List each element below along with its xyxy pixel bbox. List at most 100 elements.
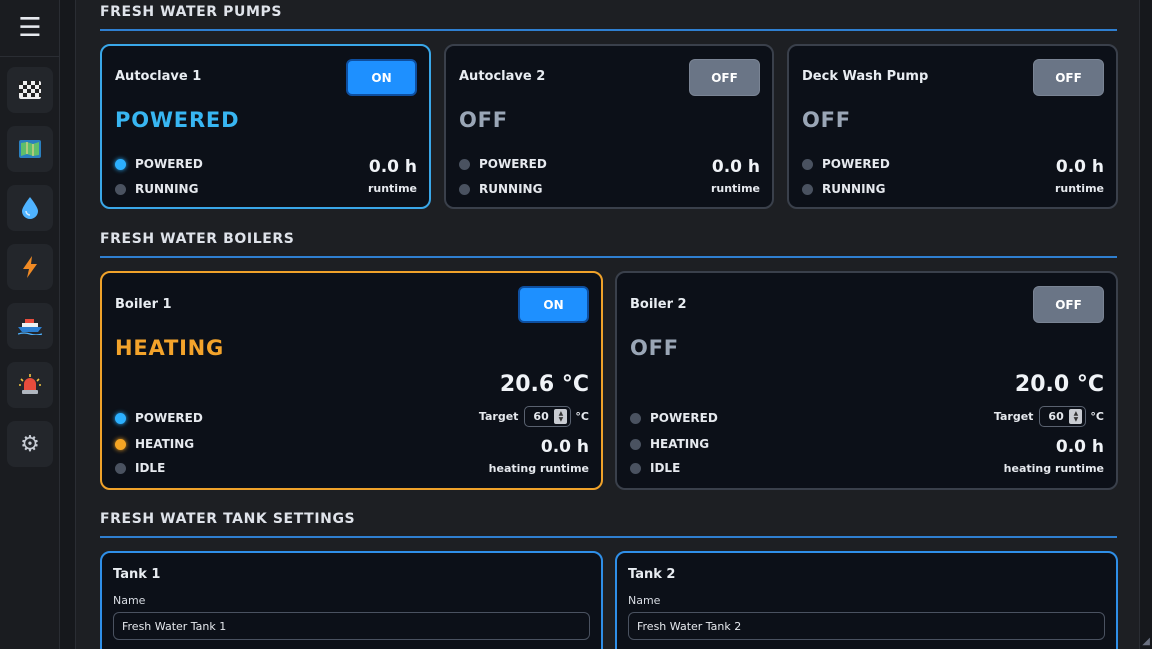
checkered-flag-icon <box>19 81 41 99</box>
boiler-state: HEATING <box>115 336 225 360</box>
indicator-label: RUNNING <box>822 182 886 196</box>
section-title-pumps: FRESH WATER PUMPS <box>100 4 1117 31</box>
status-dot-icon <box>802 158 813 170</box>
pump-toggle-button[interactable]: ON <box>346 59 417 96</box>
indicator-label: POWERED <box>135 157 203 171</box>
main-content: FRESH WATER PUMPS Autoclave 1 ON POWERED… <box>75 0 1140 649</box>
pump-state: OFF <box>459 108 508 132</box>
runtime-label: runtime <box>367 182 417 195</box>
sidebar-item-alarms[interactable] <box>7 362 53 408</box>
water-drop-icon <box>22 197 38 219</box>
pump-name: Deck Wash Pump <box>802 69 929 84</box>
indicator-label: POWERED <box>650 411 718 425</box>
indicator-label: HEATING <box>650 437 710 451</box>
runtime-value: 0.0 h <box>1055 157 1104 177</box>
powered-indicator: POWERED <box>802 157 890 171</box>
pump-name: Autoclave 2 <box>459 69 546 84</box>
pump-toggle-button[interactable]: OFF <box>689 59 760 96</box>
target-unit: °C <box>575 410 589 423</box>
pump-name: Autoclave 1 <box>115 69 202 84</box>
pump-state: POWERED <box>115 108 240 132</box>
pump-toggle-button[interactable]: OFF <box>1033 59 1104 96</box>
boiler-card-1: Boiler 1 ON HEATING 20.6 °C Target 60 ▲ ▼… <box>100 271 603 490</box>
runtime-value: 0.0 h <box>711 157 760 177</box>
sidebar-item-settings[interactable]: ⚙ <box>7 421 53 467</box>
map-icon <box>19 140 41 158</box>
tank-title: Tank 1 <box>113 567 161 582</box>
ship-icon <box>18 319 42 335</box>
powered-indicator: POWERED <box>630 411 718 425</box>
pump-card-autoclave-2: Autoclave 2 OFF OFF POWERED RUNNING 0.0 … <box>444 44 774 209</box>
spinner-icon[interactable]: ▲ ▼ <box>1069 409 1083 424</box>
pump-card-autoclave-1: Autoclave 1 ON POWERED POWERED RUNNING 0… <box>100 44 431 209</box>
sidebar-item-map[interactable] <box>7 126 53 172</box>
sidebar-item-race[interactable] <box>7 67 53 113</box>
target-label: Target <box>993 410 1034 423</box>
target-label: Target <box>478 410 519 423</box>
runtime-value: 0.0 h <box>1055 437 1104 457</box>
section-title-boilers: FRESH WATER BOILERS <box>100 231 1117 258</box>
status-dot-icon <box>115 158 126 170</box>
name-field-label: Name <box>628 594 661 607</box>
heating-indicator: HEATING <box>630 437 709 451</box>
runtime-label: heating runtime <box>488 462 589 475</box>
status-dot-icon <box>115 412 126 424</box>
target-value: 60 <box>1048 410 1064 423</box>
sidebar: ☰ ⚙ <box>0 0 60 649</box>
status-dot-icon <box>115 462 126 474</box>
target-value: 60 <box>533 410 549 423</box>
tank-name-input[interactable] <box>628 612 1105 640</box>
runtime-value: 0.0 h <box>368 157 417 177</box>
gear-icon: ⚙ <box>20 431 40 457</box>
alarm-light-icon <box>19 374 41 394</box>
powered-indicator: POWERED <box>459 157 547 171</box>
indicator-label: POWERED <box>479 157 547 171</box>
indicator-label: RUNNING <box>135 182 199 196</box>
runtime-label: heating runtime <box>1003 462 1104 475</box>
indicator-label: POWERED <box>822 157 890 171</box>
status-dot-icon <box>802 183 813 195</box>
indicator-label: IDLE <box>650 461 681 475</box>
tank-card-1: Tank 1 Name <box>100 551 603 649</box>
running-indicator: RUNNING <box>459 182 542 196</box>
runtime-label: runtime <box>710 182 760 195</box>
hamburger-menu-icon[interactable]: ☰ <box>0 0 60 57</box>
target-temp-input[interactable]: 60 ▲ ▼ <box>524 406 572 427</box>
sidebar-item-ship[interactable] <box>7 303 53 349</box>
heating-indicator: HEATING <box>115 437 194 451</box>
powered-indicator: POWERED <box>115 157 203 171</box>
target-temp-input[interactable]: 60 ▲ ▼ <box>1039 406 1087 427</box>
running-indicator: RUNNING <box>802 182 885 196</box>
status-dot-icon <box>115 183 126 195</box>
temperature-value: 20.0 °C <box>1014 372 1104 397</box>
status-dot-icon <box>459 158 470 170</box>
target-row: Target 60 ▲ ▼ °C <box>994 406 1104 427</box>
sidebar-item-power[interactable] <box>7 244 53 290</box>
status-dot-icon <box>115 438 126 450</box>
tank-title: Tank 2 <box>628 567 676 582</box>
pump-state: OFF <box>802 108 851 132</box>
indicator-label: POWERED <box>135 411 203 425</box>
temperature-value: 20.6 °C <box>499 372 589 397</box>
target-unit: °C <box>1090 410 1104 423</box>
boiler-card-2: Boiler 2 OFF OFF 20.0 °C Target 60 ▲ ▼ °C… <box>615 271 1118 490</box>
lightning-icon <box>23 256 37 278</box>
spinner-icon[interactable]: ▲ ▼ <box>554 409 568 424</box>
name-field-label: Name <box>113 594 146 607</box>
boiler-toggle-button[interactable]: ON <box>518 286 589 323</box>
boiler-name: Boiler 1 <box>115 297 172 312</box>
resize-grip-icon[interactable]: ◢ <box>1142 636 1150 647</box>
indicator-label: RUNNING <box>479 182 543 196</box>
indicator-label: HEATING <box>135 437 195 451</box>
target-row: Target 60 ▲ ▼ °C <box>479 406 589 427</box>
idle-indicator: IDLE <box>630 461 680 475</box>
tank-name-input[interactable] <box>113 612 590 640</box>
status-dot-icon <box>459 183 470 195</box>
boiler-toggle-button[interactable]: OFF <box>1033 286 1104 323</box>
runtime-label: runtime <box>1054 182 1104 195</box>
sidebar-item-water[interactable] <box>7 185 53 231</box>
status-dot-icon <box>630 462 641 474</box>
boiler-state: OFF <box>630 336 679 360</box>
running-indicator: RUNNING <box>115 182 198 196</box>
runtime-value: 0.0 h <box>540 437 589 457</box>
